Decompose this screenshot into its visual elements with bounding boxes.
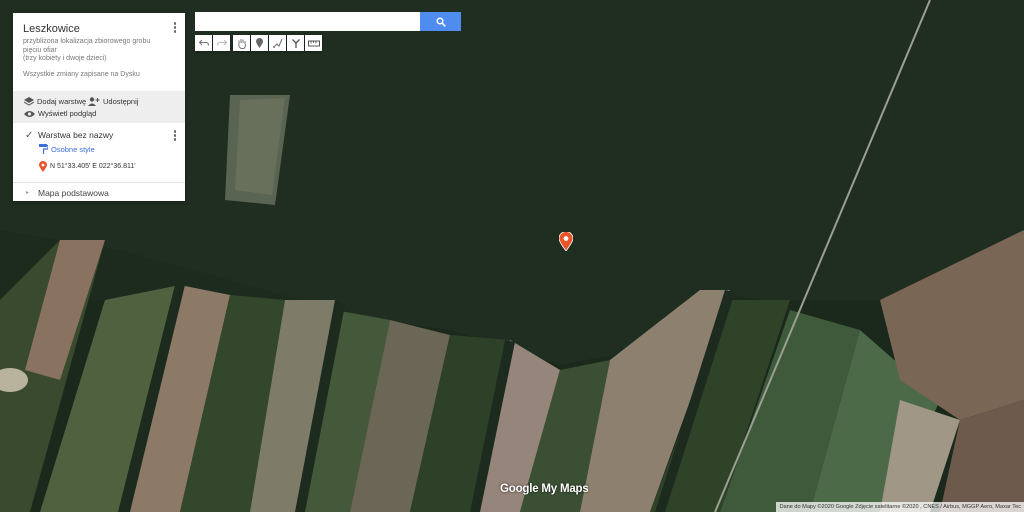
feature-coordinates: N 51°33.405' E 022°36.811' <box>50 163 136 170</box>
layer-section: ✓ Warstwa bez nazwy Osobne style N 51°33… <box>13 123 185 183</box>
layer-feature-item[interactable]: N 51°33.405' E 022°36.811' <box>39 161 136 172</box>
measure-button[interactable] <box>305 35 322 51</box>
draw-line-button[interactable] <box>269 35 286 51</box>
location-pin-icon <box>39 161 47 172</box>
add-layer-button[interactable]: Dodaj warstwę <box>24 97 86 106</box>
layers-icon <box>24 97 34 106</box>
google-my-maps-logo: Google My Maps <box>500 483 589 495</box>
add-marker-button[interactable] <box>251 35 268 51</box>
panel-actions: Dodaj warstwę Udostępnij Wyświetl podglą… <box>13 91 185 123</box>
map-description[interactable]: przybliżona lokalizacja zbiorowego grobu… <box>23 38 163 64</box>
share-button[interactable]: Udostępnij <box>88 97 138 106</box>
layer-visibility-checkbox[interactable]: ✓ <box>25 130 33 141</box>
eye-icon <box>24 110 35 117</box>
map-attribution[interactable]: Dane do Mapy ©2020 Google Zdjęcie sateli… <box>776 502 1024 512</box>
add-layer-label: Dodaj warstwę <box>37 97 87 106</box>
layer-name[interactable]: Warstwa bez nazwy <box>38 130 113 140</box>
select-pan-button[interactable] <box>233 35 250 51</box>
draw-line-icon <box>272 38 283 48</box>
preview-label: Wyświetl podgląd <box>38 109 97 118</box>
add-person-icon <box>88 97 100 106</box>
base-map-label: Mapa podstawowa <box>38 188 109 198</box>
save-status: Wszystkie zmiany zapisane na Dysku <box>23 71 140 78</box>
redo-icon <box>216 39 227 46</box>
search-button[interactable] <box>420 12 461 31</box>
ruler-icon <box>307 40 320 46</box>
map-marker-pin[interactable] <box>558 231 574 256</box>
map-toolbar <box>195 35 323 52</box>
search-input[interactable] <box>195 12 420 31</box>
expand-arrow-icon[interactable]: ▸ <box>26 189 29 196</box>
individual-styles-link[interactable]: Osobne style <box>39 144 95 154</box>
share-label: Udostępnij <box>103 97 139 106</box>
search-icon <box>435 16 446 27</box>
map-options-kebab-icon[interactable] <box>171 21 179 35</box>
undo-button[interactable] <box>195 35 212 51</box>
preview-button[interactable]: Wyświetl podgląd <box>24 109 96 118</box>
directions-icon <box>291 39 300 48</box>
redo-button[interactable] <box>213 35 230 51</box>
paint-roller-icon <box>39 144 48 154</box>
directions-button[interactable] <box>287 35 304 51</box>
marker-icon <box>256 38 263 48</box>
hand-icon <box>237 38 246 49</box>
map-title[interactable]: Leszkowice <box>23 23 80 35</box>
base-map-section[interactable]: ▸ Mapa podstawowa <box>13 182 185 202</box>
undo-icon <box>198 39 209 46</box>
location-pin-icon <box>558 231 574 252</box>
layer-options-kebab-icon[interactable] <box>171 129 179 143</box>
individual-styles-label: Osobne style <box>51 144 95 154</box>
map-side-panel: Leszkowice przybliżona lokalizacja zbior… <box>13 13 185 201</box>
